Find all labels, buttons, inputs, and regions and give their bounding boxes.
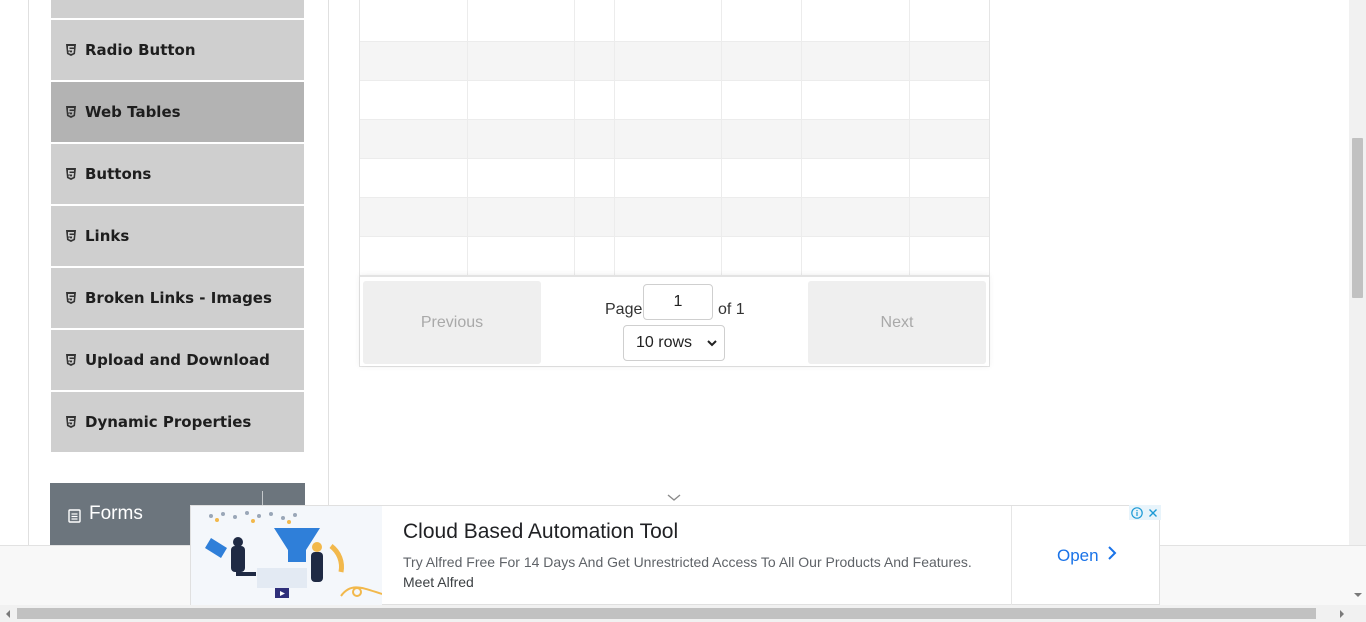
page-number-input[interactable]: 1 [643, 284, 713, 320]
left-rail [28, 0, 29, 545]
html5-icon [65, 416, 77, 428]
table-column-divider [909, 0, 910, 275]
pagination-bar: Previous Page 1 of 1 10 rows Next [360, 275, 989, 366]
vertical-scrollbar-thumb[interactable] [1352, 138, 1363, 298]
sidebar-item-upload-download[interactable]: Upload and Download [51, 330, 304, 392]
rows-per-page-value: 10 rows [636, 334, 693, 351]
page-total-label: of 1 [718, 301, 745, 318]
table-row [360, 3, 989, 42]
sidebar-menu: Radio Button Web Tables Buttons Links Br… [51, 0, 304, 454]
web-table: Previous Page 1 of 1 10 rows Next [359, 0, 990, 367]
ad-description: Try Alfred Free For 14 Days And Get Unre… [403, 554, 972, 570]
table-row [360, 198, 989, 237]
page: Radio Button Web Tables Buttons Links Br… [0, 0, 1366, 622]
ad-close-icon[interactable] [1145, 505, 1161, 520]
sidebar-item-web-tables[interactable]: Web Tables [51, 82, 304, 144]
sidebar-item-broken-links[interactable]: Broken Links - Images [51, 268, 304, 330]
ad-brand: Meet Alfred [403, 574, 474, 590]
html5-icon [65, 106, 77, 118]
document-icon [68, 507, 81, 523]
html5-icon [65, 354, 77, 366]
table-row [360, 81, 989, 120]
scroll-down-arrow-icon[interactable] [1354, 593, 1362, 597]
ad-illustration [191, 506, 382, 605]
table-column-divider [721, 0, 722, 275]
sidebar-item-label: Links [85, 227, 130, 245]
sidebar-item-radio-button[interactable]: Radio Button [51, 20, 304, 82]
sidebar-item-links[interactable]: Links [51, 206, 304, 268]
html5-icon [65, 292, 77, 304]
ad-open-button[interactable]: Open [1057, 545, 1117, 566]
html5-icon [65, 44, 77, 56]
sidebar-item-label: Buttons [85, 165, 152, 183]
sidebar-item-partial[interactable] [51, 0, 304, 20]
table-column-divider [614, 0, 615, 275]
ad-controls [1129, 505, 1161, 520]
rows-per-page-select[interactable]: 10 rows [623, 325, 725, 361]
ad-open-label: Open [1057, 545, 1099, 565]
next-button[interactable]: Next [808, 281, 986, 364]
ad-divider [1011, 506, 1012, 605]
sidebar-item-dynamic-properties[interactable]: Dynamic Properties [51, 392, 304, 454]
previous-button[interactable]: Previous [363, 281, 541, 364]
table-column-divider [467, 0, 468, 275]
scroll-left-arrow-icon[interactable] [6, 610, 10, 618]
sidebar-item-label: Web Tables [85, 103, 181, 121]
html5-icon [65, 230, 77, 242]
horizontal-scrollbar[interactable] [0, 605, 1366, 622]
sidebar-item-label: Dynamic Properties [85, 413, 252, 431]
table-row [360, 120, 989, 159]
table-row [360, 159, 989, 198]
table-column-divider [801, 0, 802, 275]
table-row [360, 237, 989, 276]
chevron-down-icon[interactable] [666, 490, 682, 502]
sidebar-item-label: Broken Links - Images [85, 289, 272, 307]
ad-title[interactable]: Cloud Based Automation Tool [403, 520, 678, 544]
sidebar-item-buttons[interactable]: Buttons [51, 144, 304, 206]
table-row [360, 42, 989, 81]
sidebar-item-label: Radio Button [85, 41, 196, 59]
chevron-right-icon [1099, 545, 1117, 566]
html5-icon [65, 168, 77, 180]
table-column-divider [574, 0, 575, 275]
horizontal-scrollbar-thumb[interactable] [17, 608, 1316, 619]
right-rail [328, 0, 329, 545]
page-label: Page [605, 301, 643, 318]
sidebar-item-label: Upload and Download [85, 351, 270, 369]
group-header-label: Forms [89, 503, 143, 524]
scroll-right-arrow-icon[interactable] [1340, 610, 1344, 618]
vertical-scrollbar[interactable] [1349, 0, 1366, 545]
chevron-down-icon [706, 336, 718, 348]
ad-banner[interactable]: Cloud Based Automation Tool Try Alfred F… [190, 505, 1161, 605]
ad-info-icon[interactable] [1129, 505, 1145, 520]
